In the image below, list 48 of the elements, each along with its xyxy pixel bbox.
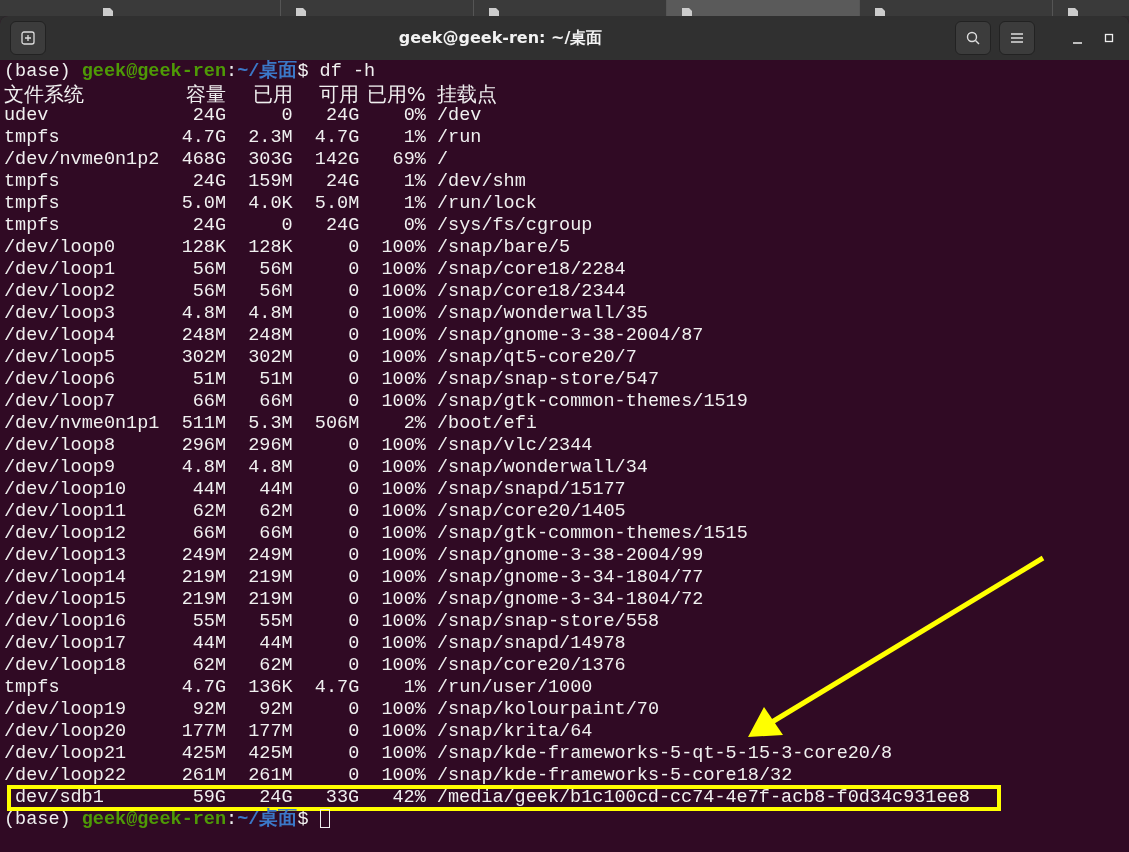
output-line: /dev/loop6 51M 51M 0 100% /snap/snap-store/547 bbox=[4, 369, 660, 391]
minimize-icon bbox=[1072, 42, 1082, 44]
output-line: /dev/loop5 302M 302M 0 100% /snap/qt5-core20/7 bbox=[4, 347, 638, 369]
output-line: /dev/loop21 425M 425M 0 100% /snap/kde-frameworks-5-qt-5-15-3-core20/8 bbox=[4, 743, 894, 765]
output-line: /dev/loop15 219M 219M 0 100% /snap/gnome-3-34-1804/72 bbox=[4, 589, 705, 611]
output-line: /dev/loop8 296M 296M 0 100% /snap/vlc/2344 bbox=[4, 435, 594, 457]
output-line: tmpfs 24G 0 24G 0% /sys/fs/cgroup bbox=[4, 215, 594, 237]
output-line: /dev/loop18 62M 62M 0 100% /snap/core20/1376 bbox=[4, 655, 627, 677]
column-header: 可用 bbox=[318, 83, 360, 105]
column-header: 已用% bbox=[365, 83, 426, 105]
output-line: /dev/loop1 56M 56M 0 100% /snap/core18/2284 bbox=[4, 259, 627, 281]
output-line: /dev/loop12 66M 66M 0 100% /snap/gtk-common-themes/1515 bbox=[4, 523, 749, 545]
column-header: 文件系统 bbox=[4, 83, 85, 105]
window-title: geek@geek-ren: ~/桌面 bbox=[397, 27, 604, 49]
output-line: tmpfs 5.0M 4.0K 5.0M 1% /run/lock bbox=[4, 193, 538, 215]
output-line: /dev/loop7 66M 66M 0 100% /snap/gtk-common-themes/1519 bbox=[4, 391, 749, 413]
menu-icon bbox=[1010, 32, 1024, 44]
prompt-line: (base) geek@geek-ren:~/桌面$ df -h bbox=[4, 61, 377, 83]
output-line: /dev/loop22 261M 261M 0 100% /snap/kde-frameworks-5-core18/32 bbox=[4, 765, 794, 787]
output-line: /dev/loop9 4.8M 4.8M 0 100% /snap/wonderwall/34 bbox=[4, 457, 649, 479]
output-line: /dev/loop11 62M 62M 0 100% /snap/core20/1405 bbox=[4, 501, 627, 523]
cursor bbox=[319, 809, 330, 828]
output-line: /dev/loop19 92M 92M 0 100% /snap/kolourpaint/70 bbox=[4, 699, 660, 721]
output-line: tmpfs 4.7G 2.3M 4.7G 1% /run bbox=[4, 127, 483, 149]
new-tab-icon bbox=[20, 30, 36, 46]
output-line: /dev/loop13 249M 249M 0 100% /snap/gnome-3-38-2004/99 bbox=[4, 545, 705, 567]
column-header: 挂载点 bbox=[436, 83, 497, 105]
output-line: /dev/nvme0n1p2 468G 303G 142G 69% / bbox=[4, 149, 450, 171]
output-line: tmpfs 4.7G 136K 4.7G 1% /run/user/1000 bbox=[4, 677, 594, 699]
output-line: /dev/loop2 56M 56M 0 100% /snap/core18/2344 bbox=[4, 281, 627, 303]
maximize-icon bbox=[1104, 33, 1114, 43]
output-line: /dev/loop17 44M 44M 0 100% /snap/snapd/14978 bbox=[4, 633, 627, 655]
column-header: 容量 bbox=[185, 83, 226, 105]
output-line: udev 24G 0 24G 0% /dev bbox=[4, 105, 483, 127]
output-line: /dev/loop14 219M 219M 0 100% /snap/gnome-3-34-1804/77 bbox=[4, 567, 705, 589]
output-line: tmpfs 24G 159M 24G 1% /dev/shm bbox=[4, 171, 527, 193]
search-button[interactable] bbox=[955, 21, 991, 55]
output-line: /dev/nvme0n1p1 511M 5.3M 506M 2% /boot/efi bbox=[4, 413, 538, 435]
new-tab-button[interactable] bbox=[10, 21, 46, 55]
output-line: /dev/loop20 177M 177M 0 100% /snap/krita/64 bbox=[4, 721, 594, 743]
output-line: /dev/loop10 44M 44M 0 100% /snap/snapd/15177 bbox=[4, 479, 627, 501]
output-line: /dev/loop0 128K 128K 0 100% /snap/bare/5 bbox=[4, 237, 572, 259]
menu-button[interactable] bbox=[999, 21, 1035, 55]
output-line: /dev/loop16 55M 55M 0 100% /snap/snap-store/558 bbox=[4, 611, 660, 633]
output-line: /dev/loop4 248M 248M 0 100% /snap/gnome-3-38-2004/87 bbox=[4, 325, 705, 347]
output-line: /dev/loop3 4.8M 4.8M 0 100% /snap/wonderwall/35 bbox=[4, 303, 649, 325]
search-icon bbox=[965, 30, 981, 46]
column-header: 已用 bbox=[251, 83, 293, 105]
